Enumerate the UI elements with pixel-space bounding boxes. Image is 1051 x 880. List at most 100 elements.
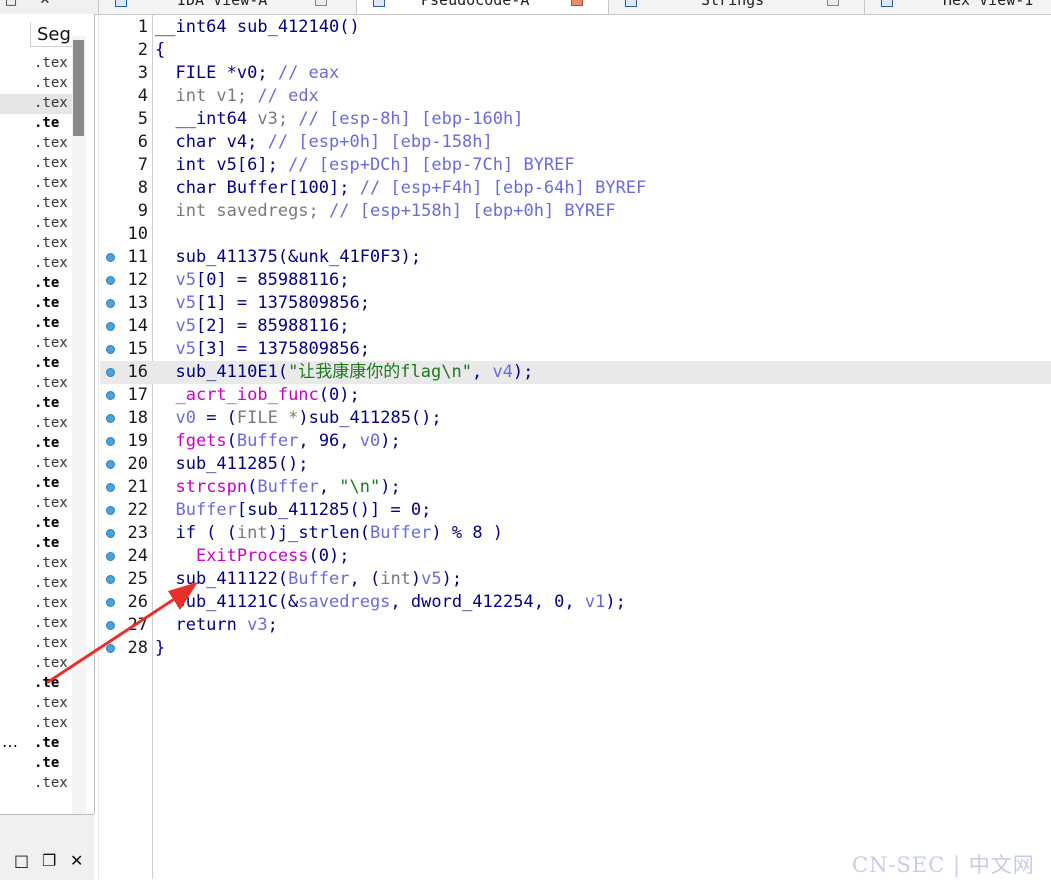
- breakpoint-dot-icon[interactable]: [106, 391, 115, 400]
- segment-row[interactable]: .te: [0, 474, 72, 494]
- breakpoint-dot-icon[interactable]: [106, 483, 115, 492]
- breakpoint-dot-icon[interactable]: [106, 253, 115, 262]
- code-line[interactable]: 25 sub_411122(Buffer, (int)v5);: [100, 568, 1051, 591]
- breakpoint-dot-icon[interactable]: [106, 529, 115, 538]
- segment-row[interactable]: .tex: [0, 134, 72, 154]
- code-line[interactable]: 22 Buffer[sub_411285()] = 0;: [100, 499, 1051, 522]
- vertical-scrollbar[interactable]: [72, 36, 86, 814]
- segment-row[interactable]: .tex: [0, 614, 72, 634]
- scrollbar-thumb[interactable]: [73, 40, 84, 136]
- segment-row[interactable]: .tex: [0, 594, 72, 614]
- code-line[interactable]: 23 if ( (int)j_strlen(Buffer) % 8 ): [100, 522, 1051, 545]
- code-line[interactable]: 12 v5[0] = 85988116;: [100, 269, 1051, 292]
- line-number: 18: [127, 408, 148, 428]
- code-line[interactable]: 13 v5[1] = 1375809856;: [100, 292, 1051, 315]
- segment-row[interactable]: .tex: [0, 94, 72, 114]
- segment-row[interactable]: .tex: [0, 334, 72, 354]
- segment-row[interactable]: .te: [0, 114, 72, 134]
- segment-row[interactable]: .te: [0, 434, 72, 454]
- breakpoint-dot-icon[interactable]: [106, 460, 115, 469]
- segment-row[interactable]: .tex: [0, 414, 72, 434]
- code-line[interactable]: 16 sub_4110E1("让我康康你的flag\n", v4);: [100, 361, 1051, 384]
- code-line[interactable]: 1 __int64 sub_412140(): [100, 16, 1051, 39]
- breakpoint-dot-icon[interactable]: [106, 322, 115, 331]
- code-line[interactable]: 10: [100, 223, 1051, 246]
- segment-row[interactable]: .tex: [0, 554, 72, 574]
- code-text: if ( (int)j_strlen(Buffer) % 8 ): [155, 523, 504, 543]
- tab-close-icon[interactable]: [571, 0, 583, 6]
- breakpoint-dot-icon[interactable]: [106, 575, 115, 584]
- segment-row[interactable]: .tex: [0, 54, 72, 74]
- close-icon[interactable]: ✕: [38, 0, 52, 8]
- segment-row[interactable]: .tex: [0, 694, 72, 714]
- code-line[interactable]: 27 return v3;: [100, 614, 1051, 637]
- code-line[interactable]: 9 int savedregs; // [esp+158h] [ebp+0h] …: [100, 200, 1051, 223]
- segment-row[interactable]: .tex: [0, 454, 72, 474]
- segment-row[interactable]: .te: [0, 274, 72, 294]
- segment-row[interactable]: .te: [0, 314, 72, 334]
- breakpoint-dot-icon[interactable]: [106, 276, 115, 285]
- tab-hex-view[interactable]: Hex View-1: [864, 0, 1051, 14]
- restore-icon[interactable]: ❐: [42, 851, 56, 870]
- segment-row[interactable]: .tex: [0, 194, 72, 214]
- segment-row[interactable]: .tex: [0, 234, 72, 254]
- code-line[interactable]: 5 __int64 v3; // [esp-8h] [ebp-160h]: [100, 108, 1051, 131]
- breakpoint-dot-icon[interactable]: [106, 437, 115, 446]
- code-line[interactable]: 15 v5[3] = 1375809856;: [100, 338, 1051, 361]
- segment-name: .tex: [34, 235, 68, 251]
- breakpoint-dot-icon[interactable]: [106, 368, 115, 377]
- code-line[interactable]: 11 sub_411375(&unk_41F0F3);: [100, 246, 1051, 269]
- segment-row[interactable]: .tex: [0, 774, 72, 794]
- breakpoint-dot-icon[interactable]: [106, 506, 115, 515]
- pseudocode-view[interactable]: 1 __int64 sub_412140() 2{3 FILE *v0; // ea…: [100, 16, 1051, 660]
- segment-row[interactable]: .tex: [0, 714, 72, 734]
- code-line[interactable]: 19 fgets(Buffer, 96, v0);: [100, 430, 1051, 453]
- segment-row[interactable]: .tex: [0, 374, 72, 394]
- segment-row[interactable]: .tex: [0, 174, 72, 194]
- tab-pseudocode[interactable]: Pseudocode-A: [356, 0, 609, 14]
- close-icon[interactable]: ✕: [70, 851, 83, 870]
- code-line[interactable]: 4 int v1; // edx: [100, 85, 1051, 108]
- segment-row[interactable]: .te: [0, 534, 72, 554]
- code-line[interactable]: 24 ExitProcess(0);: [100, 545, 1051, 568]
- segment-row[interactable]: .tex: [0, 154, 72, 174]
- segment-row[interactable]: .tex: [0, 254, 72, 274]
- breakpoint-dot-icon[interactable]: [106, 299, 115, 308]
- segment-row[interactable]: .tex: [0, 634, 72, 654]
- segment-row[interactable]: .te: [0, 674, 72, 694]
- maximize-icon[interactable]: □: [14, 851, 29, 870]
- maximize-icon[interactable]: □: [4, 0, 18, 8]
- code-line[interactable]: 17 _acrt_iob_func(0);: [100, 384, 1051, 407]
- code-line[interactable]: 18 v0 = (FILE *)sub_411285();: [100, 407, 1051, 430]
- tab-strings[interactable]: Strings: [608, 0, 865, 14]
- tab-close-icon[interactable]: [315, 0, 327, 6]
- segment-row[interactable]: .te: [0, 394, 72, 414]
- tab-ida-view[interactable]: IDA View-A: [98, 0, 357, 14]
- segment-row[interactable]: .tex: [0, 74, 72, 94]
- segment-row[interactable]: .tex: [0, 574, 72, 594]
- breakpoint-dot-icon[interactable]: [106, 621, 115, 630]
- breakpoint-dot-icon[interactable]: [106, 552, 115, 561]
- code-line[interactable]: 28}: [100, 637, 1051, 660]
- breakpoint-dot-icon[interactable]: [106, 345, 115, 354]
- breakpoint-dot-icon[interactable]: [106, 414, 115, 423]
- breakpoint-dot-icon[interactable]: [106, 598, 115, 607]
- segment-row[interactable]: .tex: [0, 214, 72, 234]
- code-line[interactable]: 3 FILE *v0; // eax: [100, 62, 1051, 85]
- code-line[interactable]: 7 int v5[6]; // [esp+DCh] [ebp-7Ch] BYRE…: [100, 154, 1051, 177]
- code-line[interactable]: 26 sub_41121C(&savedregs, dword_412254, …: [100, 591, 1051, 614]
- segment-row[interactable]: .tex: [0, 654, 72, 674]
- segment-row[interactable]: .te: [0, 514, 72, 534]
- code-line[interactable]: 14 v5[2] = 85988116;: [100, 315, 1051, 338]
- tab-close-icon[interactable]: [827, 0, 839, 6]
- code-line[interactable]: 21 strcspn(Buffer, "\n");: [100, 476, 1051, 499]
- segment-row[interactable]: .te: [0, 754, 72, 774]
- code-line[interactable]: 2{: [100, 39, 1051, 62]
- segment-row[interactable]: .te: [0, 294, 72, 314]
- code-line[interactable]: 20 sub_411285();: [100, 453, 1051, 476]
- breakpoint-dot-icon[interactable]: [106, 644, 115, 653]
- segment-row[interactable]: .tex: [0, 494, 72, 514]
- segment-row[interactable]: .te: [0, 354, 72, 374]
- code-line[interactable]: 8 char Buffer[100]; // [esp+F4h] [ebp-64…: [100, 177, 1051, 200]
- code-line[interactable]: 6 char v4; // [esp+0h] [ebp-158h]: [100, 131, 1051, 154]
